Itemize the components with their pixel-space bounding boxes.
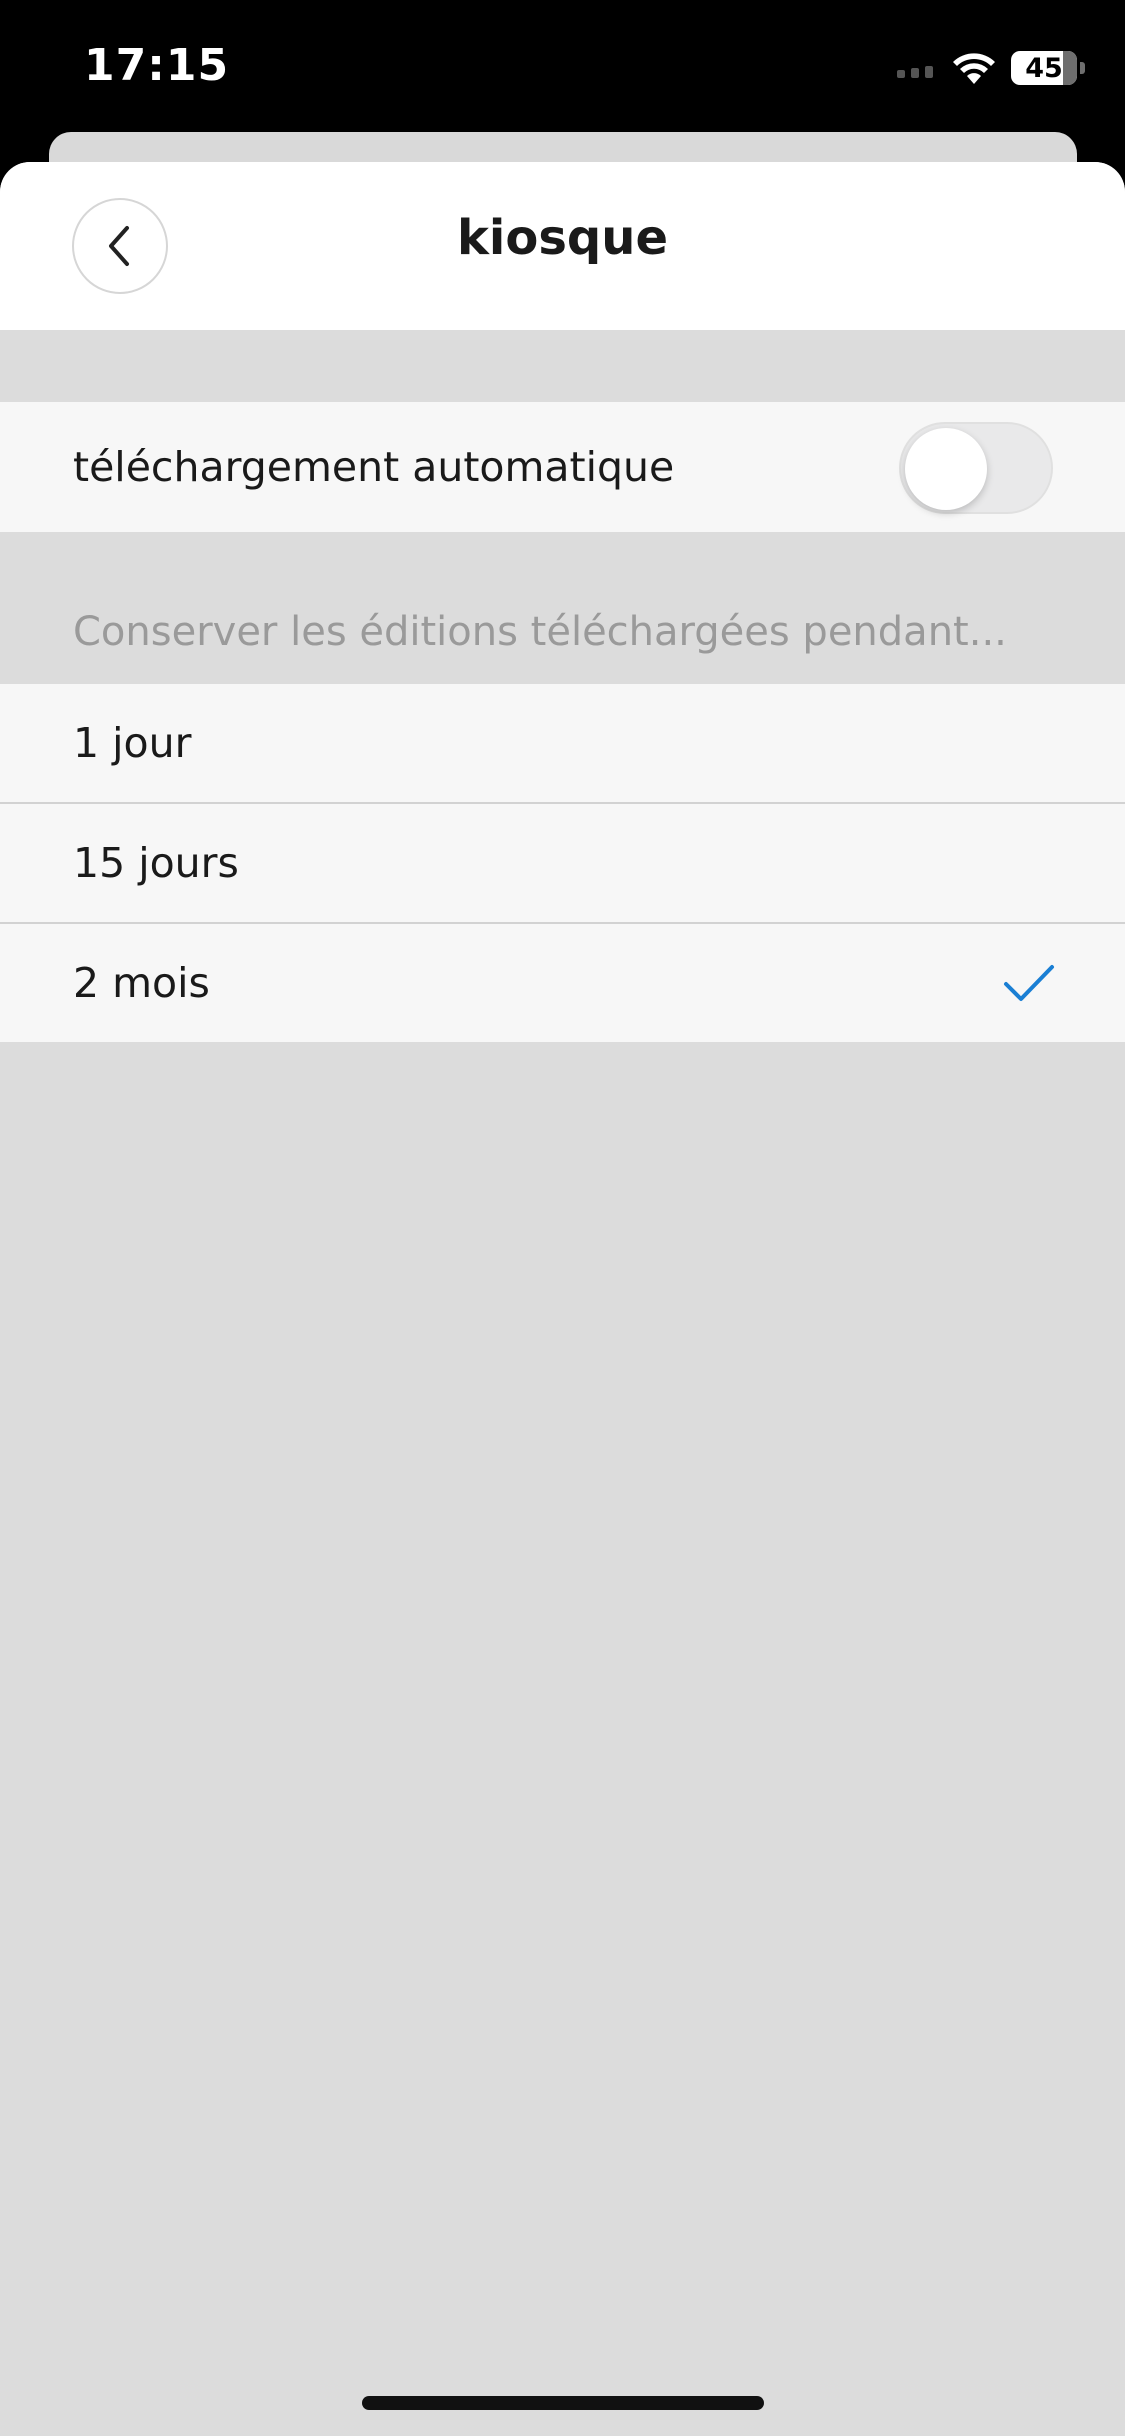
- auto-download-toggle[interactable]: [899, 422, 1053, 514]
- retention-option-15-jours[interactable]: 15 jours: [0, 804, 1125, 922]
- option-label: 15 jours: [73, 839, 239, 887]
- status-icons: 45: [897, 48, 1085, 88]
- retention-section-title: Conserver les éditions téléchargées pend…: [73, 609, 1007, 655]
- toggle-knob: [905, 428, 987, 510]
- wifi-icon: [953, 53, 995, 84]
- option-label: 2 mois: [73, 959, 210, 1007]
- auto-download-label: téléchargement automatique: [73, 443, 675, 491]
- home-indicator[interactable]: [362, 2396, 764, 2410]
- retention-option-2-mois[interactable]: 2 mois: [0, 924, 1125, 1042]
- status-time: 17:15: [84, 40, 230, 91]
- status-bar: 17:15 45: [0, 0, 1125, 130]
- battery-level: 45: [1025, 52, 1063, 84]
- battery-icon: 45: [1011, 51, 1077, 85]
- auto-download-row: téléchargement automatique: [0, 402, 1125, 532]
- settings-sheet: kiosque téléchargement automatique Conse…: [0, 162, 1125, 2436]
- nav-header: kiosque: [0, 162, 1125, 330]
- retention-option-1-jour[interactable]: 1 jour: [0, 684, 1125, 802]
- option-label: 1 jour: [73, 719, 192, 767]
- battery-nub: [1080, 62, 1085, 74]
- page-title: kiosque: [456, 210, 668, 266]
- checkmark-icon: [1004, 965, 1054, 1001]
- signal-icon: [897, 58, 933, 78]
